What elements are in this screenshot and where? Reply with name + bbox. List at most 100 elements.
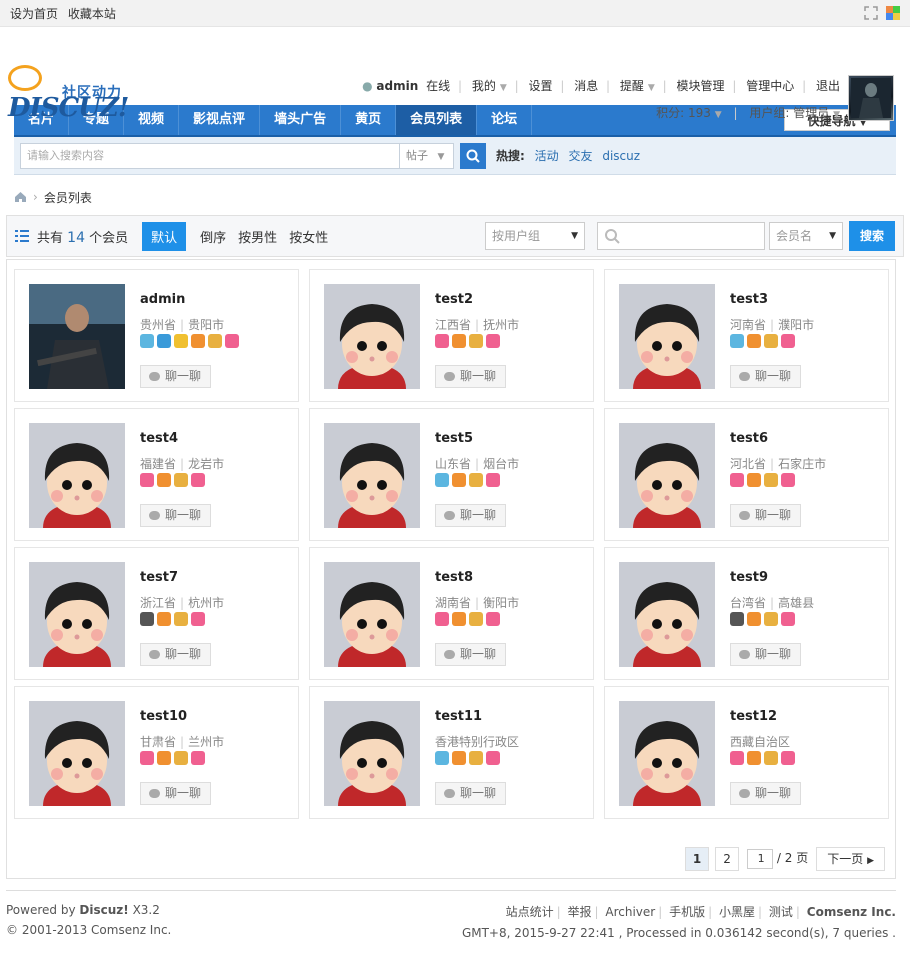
medal-icon[interactable] (730, 751, 744, 765)
medal-icon[interactable] (469, 473, 483, 487)
search-input[interactable]: 请输入搜索内容 (20, 142, 400, 169)
medal-icon[interactable] (486, 334, 500, 348)
medal-icon[interactable] (469, 612, 483, 626)
member-avatar[interactable] (29, 284, 125, 389)
medal-icon[interactable] (781, 751, 795, 765)
medal-icon[interactable] (157, 473, 171, 487)
medal-icon[interactable] (452, 612, 466, 626)
medal-icon[interactable] (764, 473, 778, 487)
member-name[interactable]: test5 (435, 431, 473, 446)
medal-icon[interactable] (781, 334, 795, 348)
search-button[interactable] (460, 142, 486, 169)
member-avatar[interactable] (619, 562, 715, 667)
member-name[interactable]: test6 (730, 431, 768, 446)
theme-icon[interactable] (886, 6, 900, 20)
medal-icon[interactable] (140, 751, 154, 765)
fullscreen-icon[interactable] (864, 6, 878, 20)
medal-icon[interactable] (764, 334, 778, 348)
usergroup-menu[interactable]: 用户组: 管理员 (749, 106, 829, 120)
medal-icon[interactable] (747, 612, 761, 626)
page-1[interactable]: 1 (685, 847, 710, 871)
chat-button[interactable]: 聊一聊 (140, 782, 211, 805)
medal-icon[interactable] (452, 473, 466, 487)
nav-item-yingshi[interactable]: 影视点评 (179, 105, 261, 135)
page-2[interactable]: 2 (715, 847, 740, 871)
footer-link[interactable]: 站点统计 (506, 905, 554, 919)
hot-search-link[interactable]: 交友 (568, 149, 592, 163)
member-name[interactable]: test10 (140, 709, 187, 724)
footer-company-link[interactable]: Comsenz Inc. (807, 905, 896, 919)
member-avatar[interactable] (619, 701, 715, 806)
member-avatar[interactable] (29, 701, 125, 806)
logo[interactable]: DISCUZ! (8, 93, 129, 123)
admin-center-link[interactable]: 管理中心 (746, 79, 794, 93)
chat-button[interactable]: 聊一聊 (435, 643, 506, 666)
member-name[interactable]: test2 (435, 292, 473, 307)
footer-link[interactable]: 手机版 (669, 905, 705, 919)
medal-icon[interactable] (747, 473, 761, 487)
member-name[interactable]: test3 (730, 292, 768, 307)
member-name[interactable]: test8 (435, 570, 473, 585)
nav-item-qiangtou[interactable]: 墙头广告 (260, 105, 342, 135)
chat-button[interactable]: 聊一聊 (140, 643, 211, 666)
medal-icon[interactable] (208, 334, 222, 348)
footer-link[interactable]: 举报 (567, 905, 591, 919)
member-avatar[interactable] (324, 423, 420, 528)
medal-icon[interactable] (452, 751, 466, 765)
hot-search-link[interactable]: discuz (602, 149, 640, 163)
medal-icon[interactable] (191, 334, 205, 348)
member-avatar[interactable] (619, 423, 715, 528)
hot-search-link[interactable]: 活动 (535, 149, 559, 163)
module-manage-link[interactable]: 模块管理 (677, 79, 725, 93)
member-search-button[interactable]: 搜索 (849, 221, 895, 251)
medal-icon[interactable] (435, 473, 449, 487)
filter-male-link[interactable]: 按男性 (238, 227, 277, 246)
medal-icon[interactable] (435, 751, 449, 765)
medal-icon[interactable] (452, 334, 466, 348)
my-menu[interactable]: 我的 (472, 79, 496, 93)
chat-button[interactable]: 聊一聊 (140, 504, 211, 527)
footer-link[interactable]: 小黑屋 (719, 905, 755, 919)
settings-link[interactable]: 设置 (528, 79, 552, 93)
sort-default-button[interactable]: 默认 (142, 221, 187, 251)
medal-icon[interactable] (486, 612, 500, 626)
member-name[interactable]: test12 (730, 709, 777, 724)
medal-icon[interactable] (157, 612, 171, 626)
medal-icon[interactable] (174, 334, 188, 348)
medal-icon[interactable] (157, 751, 171, 765)
chat-button[interactable]: 聊一聊 (730, 643, 801, 666)
medal-icon[interactable] (486, 473, 500, 487)
username-link[interactable]: admin (376, 79, 418, 93)
medal-icon[interactable] (486, 751, 500, 765)
chat-button[interactable]: 聊一聊 (140, 365, 211, 388)
medal-icon[interactable] (140, 473, 154, 487)
chat-button[interactable]: 聊一聊 (435, 504, 506, 527)
medal-icon[interactable] (435, 334, 449, 348)
member-avatar[interactable] (619, 284, 715, 389)
member-name[interactable]: test9 (730, 570, 768, 585)
next-page-button[interactable]: 下一页 ▶ (816, 847, 885, 871)
bookmark-link[interactable]: 收藏本站 (68, 7, 116, 21)
remind-menu[interactable]: 提醒 (620, 79, 644, 93)
medal-icon[interactable] (174, 473, 188, 487)
member-avatar[interactable] (29, 423, 125, 528)
medal-icon[interactable] (157, 334, 171, 348)
medal-icon[interactable] (730, 473, 744, 487)
medal-icon[interactable] (469, 751, 483, 765)
medal-icon[interactable] (730, 612, 744, 626)
chat-button[interactable]: 聊一聊 (435, 365, 506, 388)
usergroup-select[interactable]: 按用户组 ▼ (485, 222, 585, 250)
member-name[interactable]: test4 (140, 431, 178, 446)
medal-icon[interactable] (730, 334, 744, 348)
member-avatar[interactable] (29, 562, 125, 667)
member-avatar[interactable] (324, 562, 420, 667)
online-status[interactable]: 在线 (426, 79, 450, 93)
medal-icon[interactable] (174, 751, 188, 765)
user-avatar[interactable] (848, 75, 894, 121)
medal-icon[interactable] (781, 612, 795, 626)
sort-reverse-link[interactable]: 倒序 (200, 227, 226, 246)
medal-icon[interactable] (747, 751, 761, 765)
medal-icon[interactable] (191, 473, 205, 487)
page-input[interactable]: 1 (747, 849, 774, 869)
messages-link[interactable]: 消息 (574, 79, 598, 93)
